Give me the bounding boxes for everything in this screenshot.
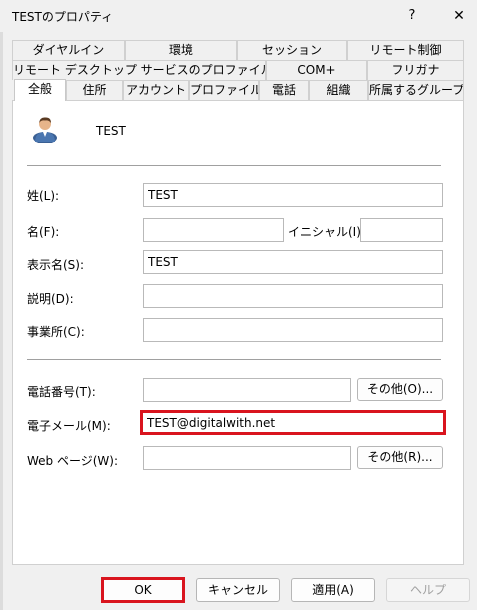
webpage-input[interactable] [143, 446, 351, 470]
cancel-button[interactable]: キャンセル [196, 578, 280, 602]
phone-input[interactable] [143, 378, 351, 402]
general-tab-panel: TEST 姓(L): 名(F): イニシャル(I): 表示名(S): 説明(D)… [12, 100, 464, 565]
webpage-label: Web ページ(W): [27, 454, 119, 468]
tab-dial-in[interactable]: ダイヤルイン [12, 40, 125, 60]
help-icon[interactable]: ? [399, 3, 425, 29]
display-name-input[interactable] [143, 250, 443, 274]
office-label: 事業所(C): [27, 325, 85, 339]
tab-remote-control[interactable]: リモート制御 [347, 40, 464, 60]
tab-furigana[interactable]: フリガナ [367, 60, 464, 80]
description-input[interactable] [143, 284, 443, 308]
user-display-name: TEST [96, 124, 126, 138]
phone-other-button[interactable]: その他(O)... [357, 378, 443, 401]
office-input[interactable] [143, 318, 443, 342]
user-icon [33, 117, 57, 143]
separator [27, 165, 441, 166]
tab-organization[interactable]: 組織 [309, 80, 368, 100]
tab-environment[interactable]: 環境 [125, 40, 237, 60]
email-label: 電子メール(M): [27, 419, 111, 433]
title-bar: TESTのプロパティ ? ✕ [0, 0, 477, 32]
window-title: TESTのプロパティ [12, 10, 114, 24]
first-name-label: 名(F): [27, 225, 60, 239]
tab-session[interactable]: セッション [237, 40, 347, 60]
tab-rds-profile[interactable]: リモート デスクトップ サービスのプロファイル [12, 60, 266, 80]
background-window-edge [0, 0, 3, 610]
tab-telephones[interactable]: 電話 [259, 80, 309, 100]
description-label: 説明(D): [27, 292, 74, 306]
last-name-label: 姓(L): [27, 189, 60, 203]
close-icon[interactable]: ✕ [446, 3, 472, 29]
tab-member-of[interactable]: 所属するグループ [368, 80, 464, 100]
tab-com-plus[interactable]: COM+ [266, 60, 367, 80]
last-name-input[interactable] [143, 183, 443, 207]
tab-general[interactable]: 全般 [14, 79, 66, 101]
display-name-label: 表示名(S): [27, 258, 85, 272]
first-name-input[interactable] [143, 218, 284, 242]
email-input[interactable] [141, 411, 445, 434]
ok-button[interactable]: OK [101, 577, 185, 603]
tab-account[interactable]: アカウント [123, 80, 189, 100]
separator [27, 359, 441, 360]
tab-profile[interactable]: プロファイル [189, 80, 259, 100]
initials-input[interactable] [360, 218, 443, 242]
help-button[interactable]: ヘルプ [386, 578, 470, 602]
webpage-other-button[interactable]: その他(R)... [357, 446, 443, 469]
initials-label: イニシャル(I): [288, 225, 365, 239]
tab-address[interactable]: 住所 [66, 80, 123, 100]
apply-button[interactable]: 適用(A) [291, 578, 375, 602]
phone-label: 電話番号(T): [27, 385, 96, 399]
